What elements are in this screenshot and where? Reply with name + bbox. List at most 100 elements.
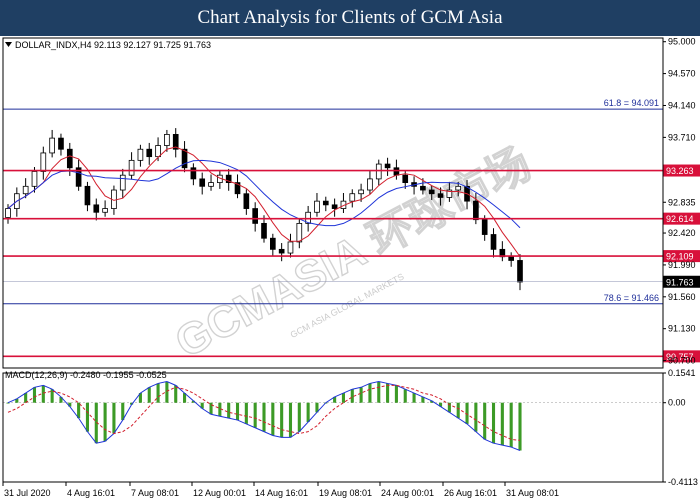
bull-candle <box>49 137 55 154</box>
macd-histogram-bar <box>491 402 496 444</box>
level-price-label: 93.263 <box>666 166 694 176</box>
bear-candle <box>243 193 250 209</box>
y-tick-label: 90.700 <box>668 356 696 366</box>
macd-histogram-bar <box>483 402 487 440</box>
macd-histogram-bar <box>500 402 504 446</box>
chart-canvas: GCMASIA 环球市场 GCM ASIA GLOBAL MARKETS 61.… <box>2 37 700 498</box>
macd-histogram-bar <box>297 402 301 432</box>
level-price-label: 92.614 <box>666 214 694 224</box>
macd-histogram-bar <box>262 402 266 432</box>
macd-histogram-bar <box>341 393 345 403</box>
y-tick-label: 91.560 <box>668 292 696 302</box>
bull-candle <box>455 185 462 191</box>
macd-histogram-bar <box>386 383 390 403</box>
price-indicator-title: DOLLAR_INDX,H4 92.113 92.127 91.725 91.7… <box>15 40 211 50</box>
macd-histogram-bar <box>32 387 37 403</box>
macd-indicator-title: MACD(12,26,9) -0.2480 -0.1955 -0.0525 <box>5 370 167 380</box>
macd-histogram-bar <box>403 389 407 403</box>
x-tick-label: 14 Aug 16:01 <box>255 488 308 498</box>
y-tick-label: 91.990 <box>668 260 696 270</box>
macd-histogram-bar <box>474 402 478 432</box>
macd-histogram-bar <box>41 385 45 403</box>
y-tick-label: 94.570 <box>668 69 696 79</box>
bear-candle <box>199 178 206 187</box>
bear-candle <box>93 204 100 213</box>
macd-histogram-bar <box>244 402 248 424</box>
macd-histogram-bar <box>147 387 151 403</box>
macd-histogram-bar <box>377 381 381 403</box>
bull-candle <box>349 193 356 202</box>
bear-candle <box>58 137 64 150</box>
macd-histogram-bar <box>227 402 231 419</box>
macd-histogram-bar <box>394 385 398 403</box>
x-tick-label: 7 Aug 08:01 <box>131 488 179 498</box>
y-tick-label: 91.130 <box>668 324 696 334</box>
bull-candle <box>128 159 135 176</box>
bull-candle <box>367 178 373 191</box>
macd-histogram-bar <box>165 381 169 403</box>
x-tick-label: 12 Aug 00:01 <box>193 488 246 498</box>
bull-candle <box>296 222 303 243</box>
macd-histogram-bar <box>112 402 116 434</box>
bull-candle <box>40 152 47 172</box>
x-tick-label: 4 Aug 16:01 <box>67 488 115 498</box>
bull-candle <box>22 185 29 195</box>
macd-y-tick-label: 0.00 <box>668 398 686 408</box>
price-panel-header: DOLLAR_INDX,H4 92.113 92.127 91.725 91.7… <box>5 40 211 50</box>
macd-histogram-bar <box>368 383 372 403</box>
bull-candle <box>358 189 364 195</box>
bull-candle <box>137 148 144 161</box>
watermark-text: GCMASIA 环球市场 <box>168 139 539 367</box>
macd-histogram-bar <box>253 402 257 428</box>
watermark: GCMASIA 环球市场 GCM ASIA GLOBAL MARKETS <box>167 138 540 368</box>
bear-candle <box>322 200 329 206</box>
bear-candle <box>84 185 91 206</box>
bull-candle <box>102 208 108 213</box>
x-tick-label: 19 Aug 08:01 <box>319 488 372 498</box>
fib-level-label: 78.6 = 91.466 <box>604 293 659 303</box>
collapse-triangle-icon[interactable] <box>5 42 12 47</box>
macd-y-tick-label: 0.1541 <box>668 368 696 378</box>
bull-candle <box>208 182 214 187</box>
macd-histogram-bar <box>235 402 240 421</box>
macd-histogram-bar <box>456 402 460 419</box>
y-tick-label: 92.835 <box>668 197 696 207</box>
x-tick-label: 31 Jul 2020 <box>4 488 51 498</box>
bear-candle <box>190 167 197 180</box>
bull-candle <box>119 174 126 191</box>
bull-candle <box>287 241 294 254</box>
macd-histogram-bar <box>306 402 310 422</box>
y-tick-label: 95.000 <box>668 37 696 47</box>
macd-histogram-bar <box>24 393 28 403</box>
macd-histogram-bar <box>271 402 275 436</box>
y-tick-label: 93.710 <box>668 132 696 142</box>
macd-histogram-bar <box>412 393 416 403</box>
macd-histogram-bar <box>518 402 522 451</box>
bear-candle <box>420 185 426 191</box>
bear-candle <box>490 234 497 250</box>
bear-candle <box>66 148 73 169</box>
y-tick-label: 92.420 <box>668 228 696 238</box>
bull-candle <box>31 171 38 187</box>
macd-histogram-bar <box>509 402 513 448</box>
macd-histogram-bar <box>85 402 89 432</box>
bull-candle <box>164 134 170 146</box>
x-tick-label: 24 Aug 00:01 <box>381 488 434 498</box>
bear-candle <box>517 260 523 283</box>
bear-candle <box>331 204 338 209</box>
bull-candle <box>155 145 161 158</box>
bear-candle <box>146 148 153 158</box>
x-tick-label: 31 Aug 08:01 <box>506 488 559 498</box>
bear-candle <box>437 193 444 198</box>
macd-histogram-bar <box>77 402 81 419</box>
bear-candle <box>384 163 391 169</box>
bear-candle <box>269 237 276 250</box>
bear-candle <box>252 208 258 224</box>
bear-candle <box>481 219 488 235</box>
macd-histogram-bar <box>103 402 107 442</box>
bear-candle <box>508 256 515 261</box>
bear-candle <box>473 200 479 221</box>
current-price-label: 91.763 <box>666 277 694 287</box>
macd-panel <box>3 380 663 451</box>
bull-candle <box>5 208 11 218</box>
